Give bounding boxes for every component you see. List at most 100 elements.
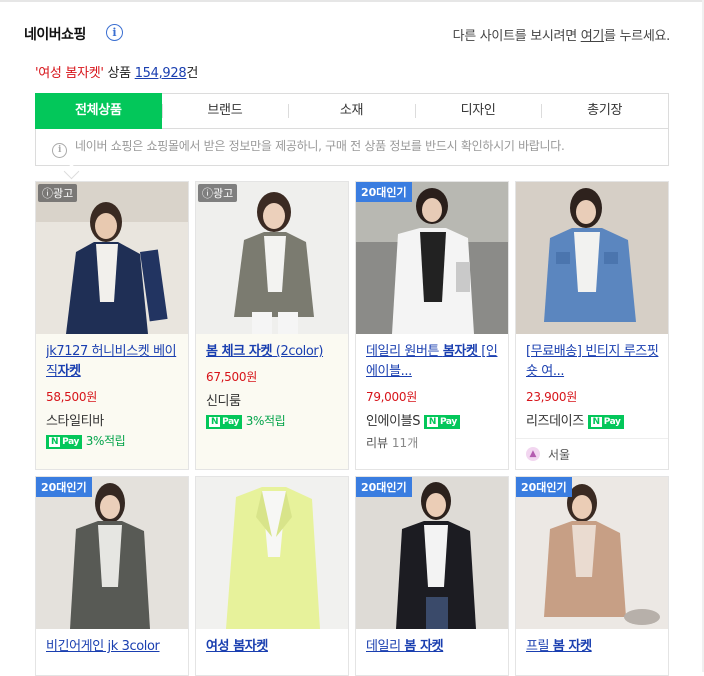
- filter-tabs: 전체상품 브랜드 소재 디자인 총기장: [35, 93, 669, 129]
- product-title[interactable]: [무료배송] 빈티지 루즈핏 숏 여...: [526, 342, 662, 382]
- notice-bar: i 네이버 쇼핑은 쇼핑몰에서 받은 정보만을 제공하니, 구매 전 상품 정보를…: [35, 129, 669, 166]
- product-title[interactable]: 프릴 봄 자켓: [526, 637, 662, 657]
- product-image[interactable]: ⓘ광고: [36, 182, 188, 334]
- npay-badge: N Pay: [423, 415, 460, 429]
- ad-info-icon: ⓘ: [42, 187, 53, 200]
- location-text: 서울: [548, 448, 571, 462]
- title-keyword: 봄 체크 자켓: [206, 344, 273, 359]
- ad-badge-label: 광고: [53, 187, 74, 200]
- tab-all-products[interactable]: 전체상품: [35, 93, 162, 129]
- product-title[interactable]: jk7127 허니비스켓 베이직자켓: [46, 342, 182, 382]
- product-title[interactable]: 비긴어게인 jk 3color: [46, 637, 182, 657]
- shopping-header: 네이버쇼핑 i 다른 사이트를 보시려면 여기를 누르세요.: [24, 22, 672, 46]
- product-image[interactable]: [196, 477, 348, 629]
- ad-badge: ⓘ광고: [198, 184, 238, 202]
- title-keyword: 봄 자켓: [552, 639, 592, 654]
- result-unit: 건: [186, 66, 199, 81]
- product-image[interactable]: ⓘ광고: [196, 182, 348, 334]
- product-card[interactable]: 20대인기 비긴어게인 jk 3color: [35, 476, 189, 676]
- title-text: [무료배송] 빈티지 루즈핏 숏 여...: [526, 344, 659, 379]
- point-rate: 3%적립: [85, 434, 126, 448]
- product-card[interactable]: [무료배송] 빈티지 루즈핏 숏 여... 23,900원 리즈데이즈 N Pay…: [515, 181, 669, 470]
- product-card[interactable]: ⓘ광고 봄 체크 자켓 (2color) 67,500원 신디룸 N Pay 3%…: [195, 181, 349, 470]
- tab-brand[interactable]: 브랜드: [161, 94, 289, 128]
- tab-material[interactable]: 소재: [288, 94, 415, 128]
- title-text: 데일리 원버튼: [366, 344, 443, 359]
- npay-badge: N Pay: [587, 415, 624, 429]
- title-keyword: 여성 봄자켓: [206, 639, 268, 654]
- tooltip-notch: [63, 163, 80, 180]
- product-title[interactable]: 데일리 원버튼 봄자켓 [인에이블...: [366, 342, 502, 382]
- result-count: '여성 봄자켓' 상품 154,928건: [35, 62, 198, 81]
- npay-pay: Pay: [222, 417, 239, 427]
- product-card[interactable]: 20대인기 데일리 봄 자켓: [355, 476, 509, 676]
- title-text: 데일리: [366, 639, 405, 654]
- other-site-prefix: 다른 사이트를 보시려면: [452, 29, 581, 44]
- popular-badge: 20대인기: [516, 477, 572, 497]
- npay-row: N Pay 3%적립: [46, 432, 126, 449]
- mall-name[interactable]: 스타일티바: [46, 410, 104, 429]
- point-rate: 3%적립: [245, 414, 286, 428]
- npay-n: N: [209, 417, 221, 427]
- ad-info-icon: ⓘ: [202, 187, 213, 200]
- ad-badge-label: 광고: [213, 187, 234, 200]
- product-price: 79,000원: [366, 390, 417, 404]
- npay-n: N: [590, 417, 602, 427]
- product-card[interactable]: 여성 봄자켓: [195, 476, 349, 676]
- product-card[interactable]: ⓘ광고 jk7127 허니비스켓 베이직자켓 58,500원 스타일티바 N Pa…: [35, 181, 189, 470]
- mall-row: 인에이블S N Pay: [366, 410, 460, 429]
- npay-pay: Pay: [603, 417, 621, 427]
- notice-info-icon: i: [52, 143, 67, 158]
- product-card[interactable]: 20대인기 프릴 봄 자켓: [515, 476, 669, 676]
- product-title[interactable]: 여성 봄자켓: [206, 637, 342, 657]
- product-title[interactable]: 데일리 봄 자켓: [366, 637, 502, 657]
- review-label: 리뷰: [366, 436, 389, 450]
- other-site-link[interactable]: 여기: [581, 29, 605, 44]
- npay-pay: Pay: [439, 417, 457, 427]
- notice-text: 네이버 쇼핑은 쇼핑몰에서 받은 정보만을 제공하니, 구매 전 상품 정보를 …: [75, 139, 565, 153]
- product-image[interactable]: 20대인기: [356, 182, 508, 334]
- popular-badge: 20대인기: [36, 477, 92, 497]
- result-count-link[interactable]: 154,928: [135, 66, 187, 81]
- ad-badge: ⓘ광고: [38, 184, 78, 202]
- tab-design[interactable]: 디자인: [414, 94, 542, 128]
- mall-name[interactable]: 신디룸: [206, 390, 241, 409]
- npay-n: N: [49, 437, 61, 447]
- review-info[interactable]: 리뷰 11개: [366, 434, 418, 451]
- product-image[interactable]: 20대인기: [516, 477, 668, 629]
- product-image[interactable]: 20대인기: [36, 477, 188, 629]
- tab-length[interactable]: 총기장: [541, 94, 668, 128]
- popular-badge: 20대인기: [356, 182, 412, 202]
- npay-badge: N Pay: [46, 435, 82, 449]
- product-image[interactable]: 20대인기: [356, 477, 508, 629]
- mall-row: 리즈데이즈 N Pay: [526, 410, 624, 429]
- product-title[interactable]: 봄 체크 자켓 (2color): [206, 342, 342, 362]
- npay-badge: N Pay: [206, 415, 242, 429]
- npay-row: N Pay 3%적립: [206, 412, 286, 429]
- product-price: 67,500원: [206, 370, 257, 384]
- product-price: 58,500원: [46, 390, 97, 404]
- title-text: 프릴: [526, 639, 553, 654]
- product-image[interactable]: [516, 182, 668, 334]
- product-card[interactable]: 20대인기 데일리 원버튼 봄자켓 [인에이블... 79,000원 인에이블S…: [355, 181, 509, 470]
- review-count: 11개: [391, 436, 419, 450]
- title-text: 비긴어게인 jk 3color: [46, 639, 160, 654]
- title-keyword: 봄 자켓: [404, 639, 444, 654]
- brand-title: 네이버쇼핑: [24, 27, 86, 43]
- info-icon[interactable]: i: [106, 24, 123, 41]
- title-text: (2color): [272, 344, 324, 359]
- mall-name[interactable]: 리즈데이즈: [526, 414, 584, 429]
- other-site-suffix: 를 누르세요.: [604, 29, 670, 44]
- top-border: [0, 0, 704, 2]
- mall-name[interactable]: 인에이블S: [366, 414, 420, 429]
- product-price: 23,900원: [526, 390, 577, 404]
- result-label: 상품: [103, 66, 135, 81]
- title-keyword: 자켓: [57, 364, 82, 379]
- npay-n: N: [426, 417, 438, 427]
- npay-pay: Pay: [62, 437, 79, 447]
- title-keyword: 봄자켓: [442, 344, 478, 359]
- location-pin-icon: ▲: [526, 447, 540, 461]
- other-site-notice: 다른 사이트를 보시려면 여기를 누르세요.: [452, 25, 671, 44]
- search-query: '여성 봄자켓': [35, 66, 104, 81]
- popular-badge: 20대인기: [356, 477, 412, 497]
